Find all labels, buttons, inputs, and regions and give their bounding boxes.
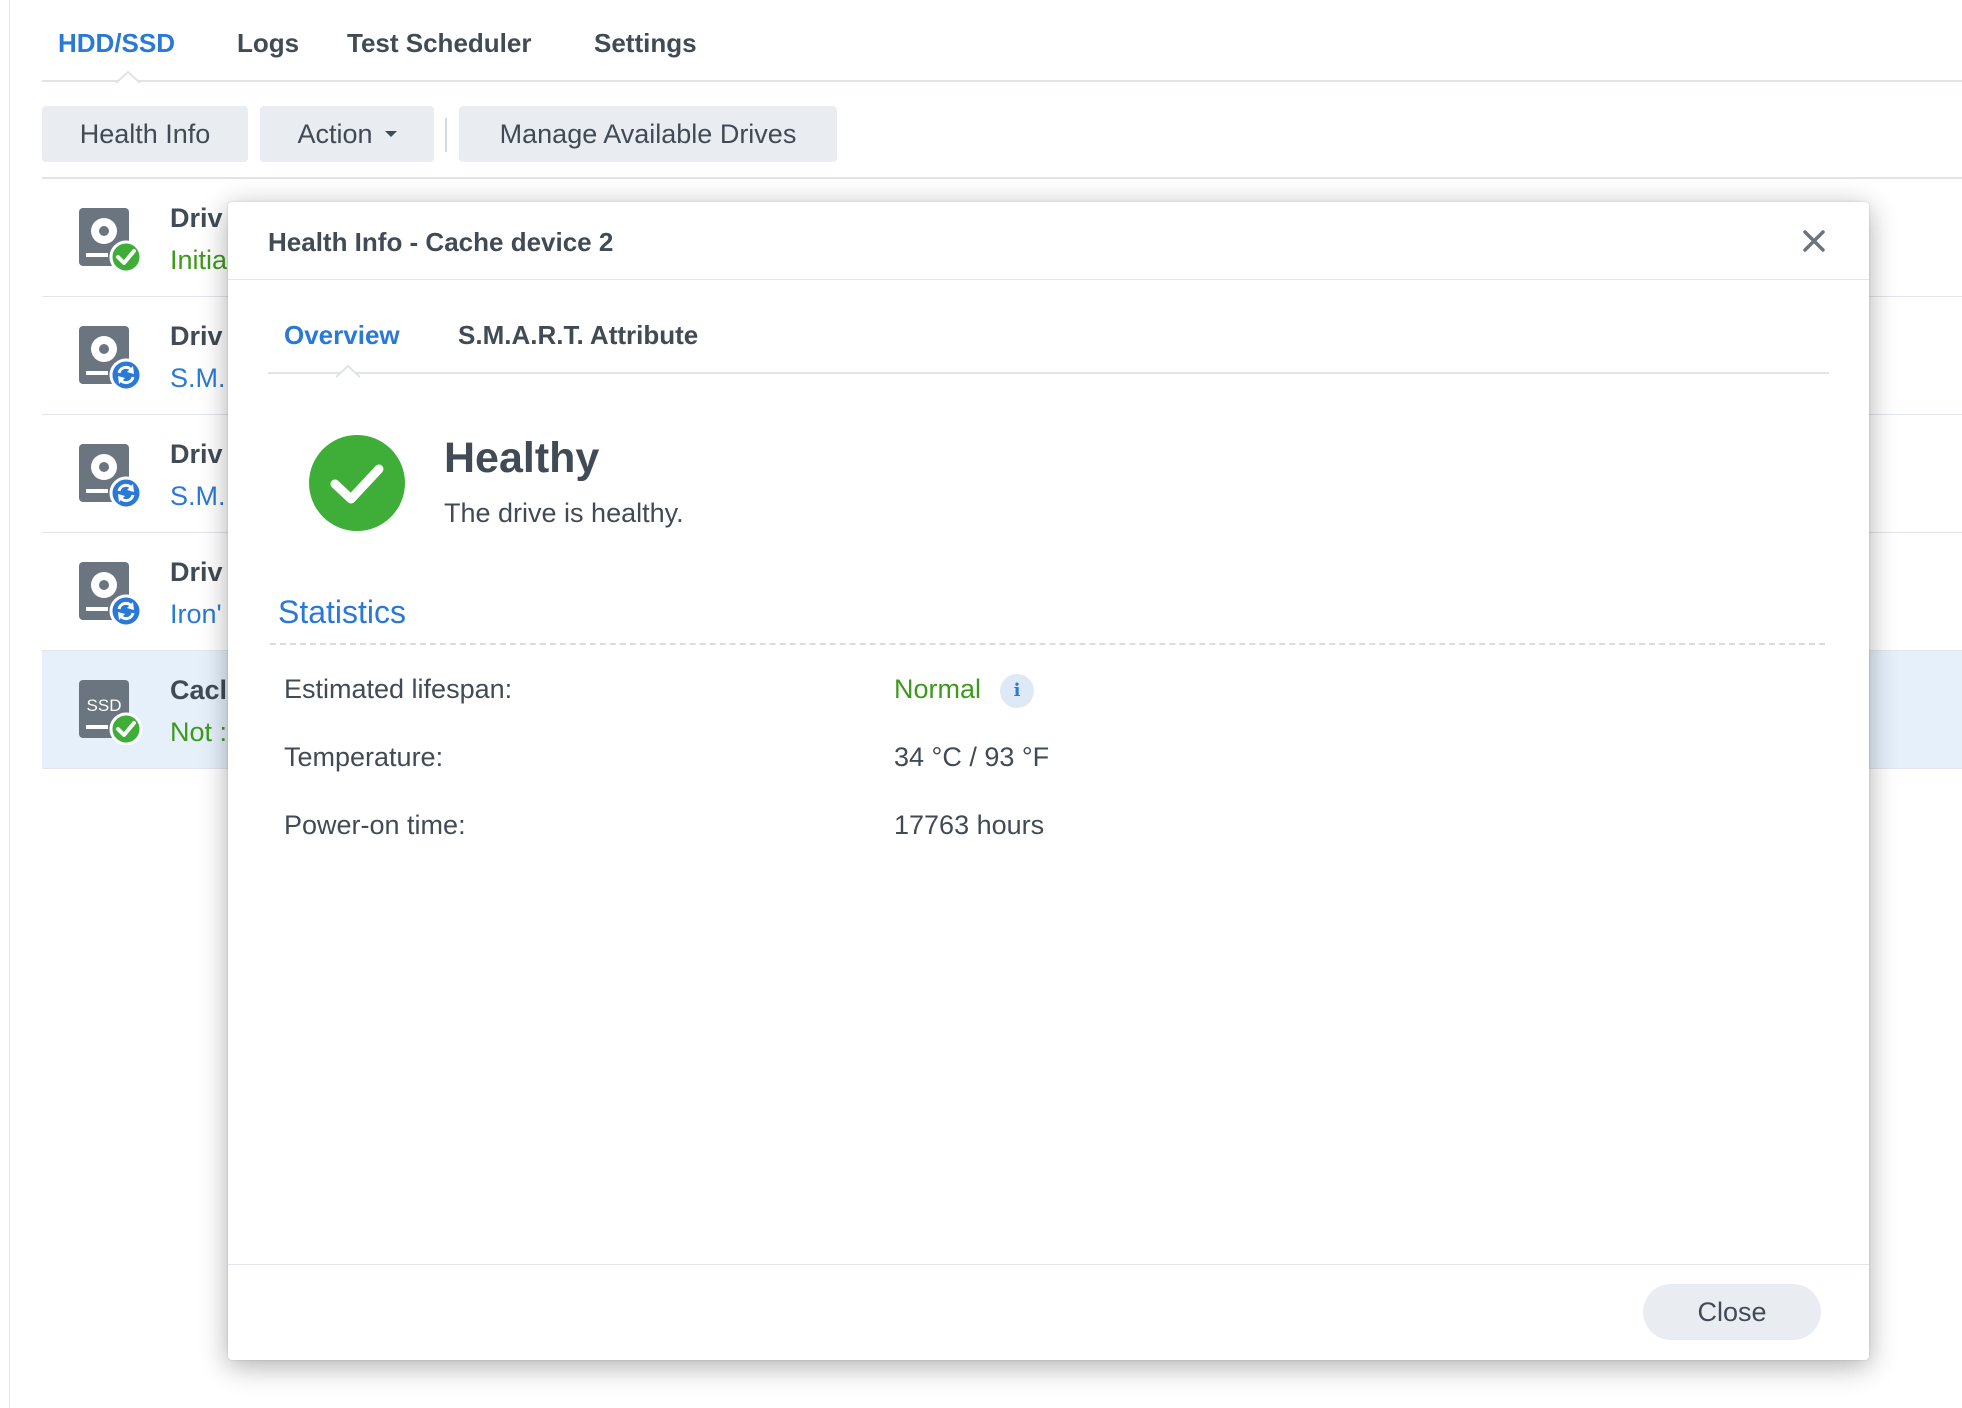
- tab-overview[interactable]: Overview: [284, 320, 400, 351]
- action-dropdown-button[interactable]: Action: [260, 106, 434, 162]
- health-status-description: The drive is healthy.: [444, 498, 684, 528]
- left-panel-border: [0, 0, 10, 1408]
- drive-status: S.M.: [170, 481, 226, 511]
- tab-smart-attribute[interactable]: S.M.A.R.T. Attribute: [458, 320, 698, 351]
- dialog-footer: Close: [228, 1264, 1869, 1360]
- active-tab-indicator: [336, 364, 360, 378]
- health-status-title: Healthy: [444, 434, 600, 482]
- dialog-tab-bar: Overview S.M.A.R.T. Attribute: [268, 280, 1829, 378]
- temperature-value: 34 °C / 93 °F: [894, 742, 1050, 772]
- active-tab-indicator: [116, 70, 140, 84]
- tab-hdd-ssd[interactable]: HDD/SSD: [58, 28, 175, 59]
- tab-logs[interactable]: Logs: [237, 28, 299, 59]
- healthy-check-icon: [309, 435, 405, 531]
- manage-available-drives-button[interactable]: Manage Available Drives: [459, 106, 837, 162]
- ssd-icon-label: SSD: [87, 696, 122, 715]
- main-tab-bar: HDD/SSD Logs Test Scheduler Settings: [42, 0, 1962, 84]
- lifespan-label: Estimated lifespan:: [284, 674, 513, 704]
- action-button-label: Action: [297, 119, 373, 149]
- hdd-sync-icon: [79, 562, 143, 627]
- health-info-button-label: Health Info: [79, 119, 211, 149]
- hdd-check-icon: [79, 208, 143, 273]
- drive-title: Driv: [170, 557, 223, 587]
- lifespan-value: Normal: [894, 674, 982, 704]
- close-button-label: Close: [1697, 1297, 1767, 1327]
- health-info-dialog: Health Info - Cache device 2 Overview S.…: [228, 202, 1869, 1360]
- caret-down-icon: [384, 130, 397, 137]
- toolbar-separator: [445, 118, 447, 152]
- info-icon[interactable]: i: [1000, 674, 1034, 708]
- close-button[interactable]: Close: [1643, 1284, 1821, 1340]
- drive-title: Driv: [170, 439, 223, 469]
- dialog-header: Health Info - Cache device 2: [228, 202, 1869, 280]
- drive-title: Driv: [170, 203, 223, 233]
- tab-test-scheduler[interactable]: Test Scheduler: [347, 28, 531, 59]
- hdd-sync-icon: [79, 326, 143, 391]
- drive-title: Cacl: [170, 675, 228, 705]
- drive-status: Initia: [170, 245, 228, 275]
- hdd-sync-icon: [79, 444, 143, 509]
- statistics-divider: [270, 643, 1825, 645]
- drive-status: Not :: [170, 717, 228, 747]
- manage-drives-button-label: Manage Available Drives: [499, 119, 797, 149]
- drive-status: Iron': [170, 599, 222, 629]
- close-icon[interactable]: [1799, 226, 1829, 256]
- drive-title: Driv: [170, 321, 223, 351]
- tab-settings[interactable]: Settings: [594, 28, 697, 59]
- statistics-heading: Statistics: [278, 594, 407, 630]
- power-on-time-value: 17763 hours: [894, 810, 1045, 840]
- health-info-button[interactable]: Health Info: [42, 106, 248, 162]
- power-on-time-label: Power-on time:: [284, 810, 466, 840]
- dialog-title: Health Info - Cache device 2: [268, 227, 614, 257]
- ssd-check-icon: SSD: [79, 680, 143, 745]
- temperature-label: Temperature:: [284, 742, 444, 772]
- drive-status: S.M.: [170, 363, 226, 393]
